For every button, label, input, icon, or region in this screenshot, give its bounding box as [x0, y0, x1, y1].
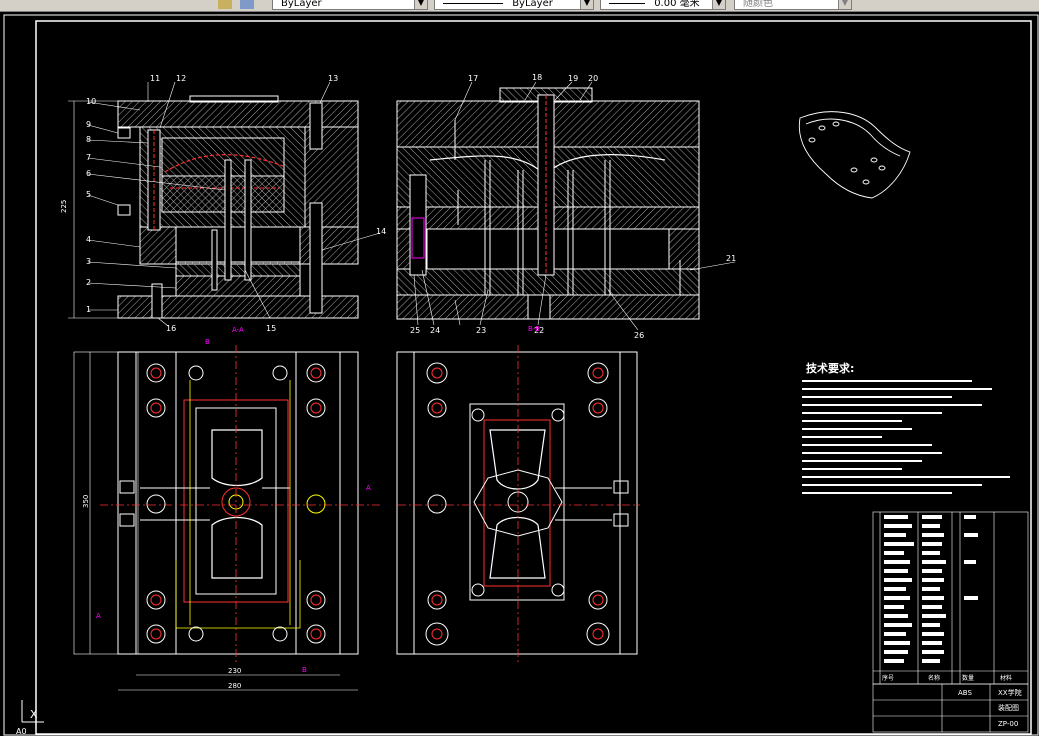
part-label: 14: [376, 227, 386, 236]
part-label: 24: [430, 326, 440, 335]
color-select-value: ByLayer: [281, 0, 322, 9]
drawing-canvas[interactable]: 225 11 12 13 10 9 8 7 6 5 4 3 2 1 14 15 …: [0, 11, 1039, 736]
layer-state-icon[interactable]: [218, 0, 232, 9]
part-label: 6: [86, 169, 91, 178]
section-marker: B: [205, 338, 210, 346]
part-label: 11: [150, 74, 160, 83]
axis-label: X: [30, 708, 38, 721]
chevron-down-icon[interactable]: ▼: [838, 0, 851, 9]
bom-header-seq: 序号: [882, 674, 894, 682]
part-label: 8: [86, 135, 91, 144]
bom-header: 序号 名称 数量 材料: [873, 670, 1028, 682]
title-block-material: ABS: [958, 689, 972, 697]
tech-requirements-lines: [802, 380, 1010, 494]
part-label: 16: [166, 324, 176, 333]
part-label: 5: [86, 190, 91, 199]
part-label: 1: [86, 305, 91, 314]
bom-header-qty: 数量: [962, 674, 974, 682]
dim-bottom-inner: 230: [228, 667, 241, 675]
section-markers: B A A B: [96, 338, 371, 674]
bolt-holes-right: [425, 362, 610, 646]
lineweight-select-value: 0.00 毫米: [654, 0, 700, 9]
part-label: 18: [532, 73, 542, 82]
section-label-right: B-B: [528, 325, 540, 333]
chevron-down-icon[interactable]: ▼: [580, 0, 593, 9]
layer-stack-icon[interactable]: [240, 0, 254, 9]
tech-requirements-title: 技术要求:: [806, 361, 854, 375]
coordinate-tag: A0: [16, 727, 27, 736]
section-label-left: A-A: [232, 326, 244, 334]
plotstyle-select-value: 随颜色: [743, 0, 773, 9]
section-marker: A: [366, 484, 371, 492]
section-view-left: [68, 95, 359, 319]
bom-header-material: 材料: [1000, 674, 1012, 682]
lineweight-preview: [609, 2, 645, 4]
linetype-select[interactable]: ByLayer ▼: [434, 0, 594, 10]
product-isometric-sketch: [798, 111, 911, 199]
part-label: 21: [726, 254, 736, 263]
plotstyle-select[interactable]: 随颜色 ▼: [734, 0, 852, 10]
title-block-code: ZP-00: [998, 720, 1018, 728]
section-view-right: [396, 87, 700, 320]
part-label: 20: [588, 74, 598, 83]
part-label: 23: [476, 326, 486, 335]
part-label: 25: [410, 326, 420, 335]
part-label: 13: [328, 74, 338, 83]
part-label: 12: [176, 74, 186, 83]
part-label: 7: [86, 153, 91, 162]
section-marker: B: [302, 666, 307, 674]
part-label: 10: [86, 97, 96, 106]
part-label: 2: [86, 278, 91, 287]
plan-view-right: [396, 345, 640, 662]
part-label: 15: [266, 324, 276, 333]
chevron-down-icon[interactable]: ▼: [414, 0, 427, 9]
chevron-down-icon[interactable]: ▼: [712, 0, 725, 9]
plan-view-left: [73, 345, 380, 691]
color-select[interactable]: ByLayer ▼: [272, 0, 428, 10]
part-label: 17: [468, 74, 478, 83]
part-label: 9: [86, 120, 91, 129]
bom-rows: [884, 515, 978, 663]
part-label: 26: [634, 331, 644, 340]
linetype-select-value: ByLayer: [512, 0, 553, 9]
linetype-preview: [443, 2, 503, 4]
part-label: 19: [568, 74, 578, 83]
lineweight-select[interactable]: 0.00 毫米 ▼: [600, 0, 726, 10]
dim-plan-side: 350: [82, 495, 90, 508]
title-block-drawing-name: 装配图: [998, 703, 1019, 712]
bom-header-name: 名称: [928, 674, 940, 682]
dim-height-side: 225: [60, 200, 68, 213]
part-label: 4: [86, 235, 91, 244]
title-block-org: XX学院: [998, 688, 1022, 697]
section-marker: A: [96, 612, 101, 620]
dim-bottom-outer: 280: [228, 682, 241, 690]
part-label: 3: [86, 257, 91, 266]
